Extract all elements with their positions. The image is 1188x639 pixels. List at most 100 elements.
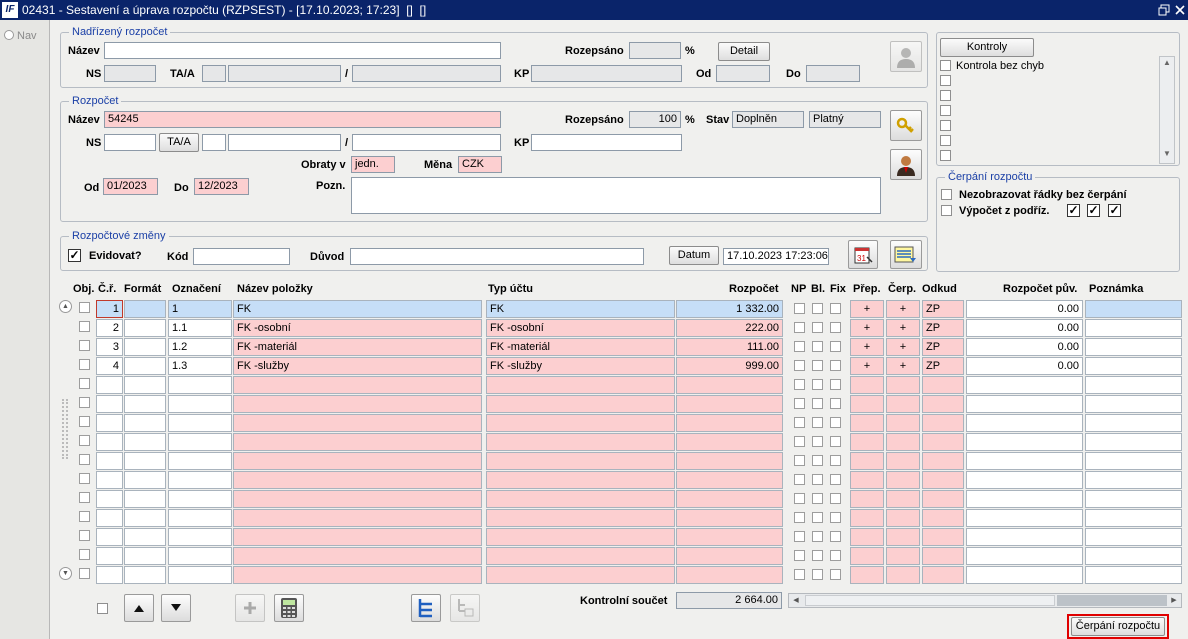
row-fix-checkbox[interactable]	[830, 569, 841, 580]
hscroll-right-region[interactable]	[1057, 595, 1167, 606]
row-nazev-cell[interactable]	[233, 547, 482, 565]
row-obj-checkbox[interactable]	[79, 511, 90, 522]
row-fix-checkbox[interactable]	[830, 379, 841, 390]
row-fix-checkbox[interactable]	[830, 360, 841, 371]
row-cr-cell[interactable]: 1	[96, 300, 123, 318]
row-cerp-cell[interactable]	[886, 414, 920, 432]
row-rozpocet-cell[interactable]: 1 332.00	[676, 300, 783, 318]
kontroly-check-7[interactable]	[940, 150, 951, 161]
row-poznamka-cell[interactable]	[1085, 471, 1182, 489]
row-oznaceni-cell[interactable]: 1.3	[168, 357, 232, 375]
row-typ-cell[interactable]: FK	[486, 300, 675, 318]
detail-button[interactable]: Detail	[718, 42, 770, 61]
taa-button[interactable]: TA/A	[159, 133, 199, 152]
datum-field[interactable]: 17.10.2023 17:23:06	[723, 248, 829, 265]
row-rozpocet-cell[interactable]	[676, 414, 783, 432]
row-nazev-cell[interactable]	[233, 528, 482, 546]
row-bl-checkbox[interactable]	[812, 436, 823, 447]
nav-label[interactable]: Nav	[17, 30, 37, 42]
evidovat-checkbox[interactable]: ✓	[68, 249, 81, 262]
row-format-cell[interactable]	[124, 338, 166, 356]
bottom-checkbox[interactable]	[97, 603, 108, 614]
row-cr-cell[interactable]	[96, 547, 123, 565]
row-puv-cell[interactable]	[966, 528, 1083, 546]
row-cerp-cell[interactable]	[886, 395, 920, 413]
row-bl-checkbox[interactable]	[812, 417, 823, 428]
row-np-checkbox[interactable]	[794, 341, 805, 352]
row-format-cell[interactable]	[124, 300, 166, 318]
row-cerp-cell[interactable]	[886, 566, 920, 584]
row-format-cell[interactable]	[124, 452, 166, 470]
row-rozpocet-cell[interactable]: 999.00	[676, 357, 783, 375]
row-typ-cell[interactable]	[486, 433, 675, 451]
row-prep-cell[interactable]	[850, 452, 884, 470]
horizontal-scrollbar[interactable]: ◀ ▶	[788, 593, 1182, 608]
row-poznamka-cell[interactable]	[1085, 338, 1182, 356]
row-odkud-cell[interactable]	[922, 547, 964, 565]
row-prep-cell[interactable]	[850, 509, 884, 527]
hscroll-right-icon[interactable]: ▶	[1168, 594, 1180, 607]
parent-nazev-field[interactable]	[104, 42, 501, 59]
row-oznaceni-cell[interactable]: 1.1	[168, 319, 232, 337]
row-oznaceni-cell[interactable]	[168, 490, 232, 508]
row-nazev-cell[interactable]	[233, 414, 482, 432]
kontroly-check-5[interactable]	[940, 120, 951, 131]
row-cr-cell[interactable]: 3	[96, 338, 123, 356]
pozn-field[interactable]	[351, 177, 881, 214]
kontroly-check-6[interactable]	[940, 135, 951, 146]
row-obj-checkbox[interactable]	[79, 397, 90, 408]
row-format-cell[interactable]	[124, 357, 166, 375]
row-nazev-cell[interactable]	[233, 471, 482, 489]
row-odkud-cell[interactable]	[922, 395, 964, 413]
row-poznamka-cell[interactable]	[1085, 300, 1182, 318]
row-format-cell[interactable]	[124, 433, 166, 451]
row-prep-cell[interactable]: +	[850, 319, 884, 337]
row-fix-checkbox[interactable]	[830, 512, 841, 523]
row-puv-cell[interactable]	[966, 376, 1083, 394]
row-obj-checkbox[interactable]	[79, 416, 90, 427]
row-puv-cell[interactable]	[966, 414, 1083, 432]
row-bl-checkbox[interactable]	[812, 493, 823, 504]
grid-scroll-up-icon[interactable]: ▲	[59, 300, 72, 313]
row-obj-checkbox[interactable]	[79, 473, 90, 484]
row-cr-cell[interactable]: 4	[96, 357, 123, 375]
row-oznaceni-cell[interactable]	[168, 452, 232, 470]
row-puv-cell[interactable]	[966, 490, 1083, 508]
row-nazev-cell[interactable]: FK -osobní	[233, 319, 482, 337]
row-bl-checkbox[interactable]	[812, 474, 823, 485]
row-puv-cell[interactable]: 0.00	[966, 357, 1083, 375]
row-cr-cell[interactable]	[96, 414, 123, 432]
row-prep-cell[interactable]	[850, 490, 884, 508]
hscroll-thumb[interactable]	[805, 595, 1055, 606]
kontroly-check-4[interactable]	[940, 105, 951, 116]
row-typ-cell[interactable]	[486, 452, 675, 470]
row-prep-cell[interactable]: +	[850, 300, 884, 318]
row-obj-checkbox[interactable]	[79, 530, 90, 541]
row-fix-checkbox[interactable]	[830, 436, 841, 447]
row-cerp-cell[interactable]	[886, 509, 920, 527]
row-odkud-cell[interactable]	[922, 376, 964, 394]
row-np-checkbox[interactable]	[794, 455, 805, 466]
vypocet-check-3[interactable]: ✓	[1108, 204, 1121, 217]
row-cerp-cell[interactable]	[886, 433, 920, 451]
row-odkud-cell[interactable]	[922, 509, 964, 527]
row-np-checkbox[interactable]	[794, 569, 805, 580]
row-nazev-cell[interactable]	[233, 376, 482, 394]
row-puv-cell[interactable]: 0.00	[966, 338, 1083, 356]
grid-scrollbar[interactable]: ▲ ▼	[58, 299, 74, 582]
row-odkud-cell[interactable]: ZP	[922, 300, 964, 318]
nav-radio-icon[interactable]	[4, 30, 14, 40]
grid-scroll-down-icon[interactable]: ▼	[59, 567, 72, 580]
cerpani-rozpoctu-button[interactable]: Čerpání rozpočtu	[1071, 617, 1165, 636]
budget-kp-field[interactable]	[531, 134, 682, 151]
row-cr-cell[interactable]	[96, 433, 123, 451]
row-rozpocet-cell[interactable]: 111.00	[676, 338, 783, 356]
restore-icon[interactable]	[1158, 4, 1170, 16]
tree-collapse-button[interactable]	[450, 594, 480, 622]
row-nazev-cell[interactable]: FK -služby	[233, 357, 482, 375]
row-poznamka-cell[interactable]	[1085, 414, 1182, 432]
row-np-checkbox[interactable]	[794, 322, 805, 333]
row-typ-cell[interactable]	[486, 528, 675, 546]
row-rozpocet-cell[interactable]	[676, 490, 783, 508]
row-obj-checkbox[interactable]	[79, 302, 90, 313]
